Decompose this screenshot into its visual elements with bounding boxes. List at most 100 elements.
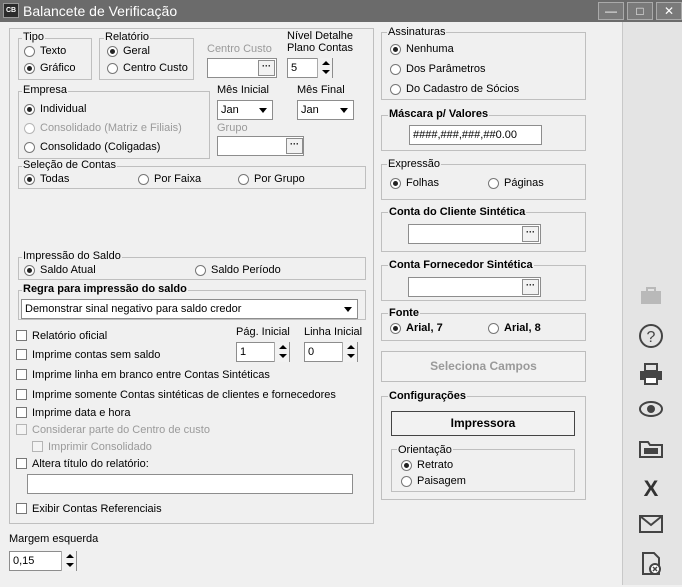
- mes-final-label: Mês Final: [297, 84, 345, 96]
- expressao-folhas-label: Folhas: [406, 177, 440, 189]
- impressora-button[interactable]: Impressora: [391, 411, 575, 436]
- margem-spinner[interactable]: [61, 551, 76, 571]
- margem-label: Margem esquerda: [9, 533, 99, 545]
- nivel-spinner[interactable]: [317, 58, 332, 78]
- pag-inicial-spinner[interactable]: [274, 342, 289, 362]
- tipo-legend: Tipo: [22, 31, 45, 43]
- somente-sinteticas-label: Imprime somente Contas sintéticas de cli…: [32, 389, 336, 401]
- tipo-texto-radio[interactable]: [24, 46, 35, 57]
- mes-inicial-label: Mês Inicial: [217, 84, 269, 96]
- briefcase-icon: [637, 286, 665, 312]
- empresa-matriz-label: Consolidado (Matriz e Filiais): [40, 122, 182, 134]
- empresa-matriz-radio[interactable]: [24, 123, 35, 134]
- linha-branco-checkbox[interactable]: [16, 369, 27, 380]
- relatorio-oficial-label: Relatório oficial: [32, 330, 108, 342]
- selecao-legend: Seleção de Contas: [22, 159, 117, 171]
- orientacao-legend: Orientação: [397, 444, 453, 456]
- conta-cliente-legend: Conta do Cliente Sintética: [388, 206, 527, 218]
- configuracoes-legend: Configurações: [388, 390, 468, 402]
- empresa-individual-label: Individual: [40, 103, 87, 115]
- nivel-label-1: Nível Detalhe: [287, 30, 354, 42]
- impressao-saldo-legend: Impressão do Saldo: [22, 250, 122, 262]
- orientacao-paisagem-label: Paisagem: [417, 475, 466, 487]
- orientacao-retrato-radio[interactable]: [401, 460, 412, 471]
- mes-final-value: Jan: [301, 104, 319, 116]
- relatorio-oficial-checkbox[interactable]: [16, 330, 27, 341]
- selecao-grupo-radio[interactable]: [238, 174, 249, 185]
- preview-icon[interactable]: [637, 399, 665, 425]
- altera-titulo-label: Altera título do relatório:: [32, 458, 149, 470]
- somente-sinteticas-checkbox[interactable]: [16, 389, 27, 400]
- fonte-arial7-label: Arial, 7: [406, 322, 443, 334]
- empresa-legend: Empresa: [22, 84, 69, 96]
- saldo-atual-radio[interactable]: [24, 265, 35, 276]
- help-icon[interactable]: ?: [637, 323, 665, 349]
- tipo-texto-label: Texto: [40, 45, 67, 57]
- linha-inicial-spinner[interactable]: [342, 342, 357, 362]
- selecao-faixa-label: Por Faixa: [154, 173, 202, 185]
- mes-inicial-value: Jan: [221, 104, 239, 116]
- empresa-coligadas-label: Consolidado (Coligadas): [40, 141, 161, 153]
- mascara-input[interactable]: ####,###,###,##0.00: [409, 125, 542, 145]
- fonte-legend: Fonte: [388, 307, 420, 319]
- excel-icon[interactable]: X: [637, 476, 665, 502]
- selecao-todas-label: Todas: [40, 173, 70, 185]
- parte-centro-label: Considerar parte do Centro de custo: [32, 424, 210, 436]
- regra-value: Demonstrar sinal negativo para saldo cre…: [25, 303, 242, 315]
- maximize-button[interactable]: □: [627, 2, 653, 20]
- assinatura-parametros-label: Dos Parâmetros: [406, 63, 486, 75]
- fonte-arial8-radio[interactable]: [488, 323, 499, 334]
- data-hora-checkbox[interactable]: [16, 407, 27, 418]
- svg-text:?: ?: [647, 329, 656, 346]
- relatorio-centro-radio[interactable]: [107, 63, 118, 74]
- assinatura-nenhuma-radio[interactable]: [390, 44, 401, 55]
- saldo-periodo-radio[interactable]: [195, 265, 206, 276]
- pag-inicial-label: Pág. Inicial: [236, 326, 290, 338]
- conta-fornecedor-lookup-button[interactable]: ···: [522, 279, 539, 295]
- selecao-todas-radio[interactable]: [24, 174, 35, 185]
- minimize-button[interactable]: —: [598, 2, 624, 20]
- fonte-arial7-radio[interactable]: [390, 323, 401, 334]
- empresa-individual-radio[interactable]: [24, 104, 35, 115]
- empresa-coligadas-radio[interactable]: [24, 142, 35, 153]
- linha-branco-label: Imprime linha em branco entre Contas Sin…: [32, 369, 270, 381]
- assinatura-socios-label: Do Cadastro de Sócios: [406, 83, 520, 95]
- centro-custo-label: Centro Custo: [207, 43, 272, 55]
- conta-fornecedor-legend: Conta Fornecedor Sintética: [388, 259, 534, 271]
- referenciais-checkbox[interactable]: [16, 503, 27, 514]
- relatorio-geral-radio[interactable]: [107, 46, 118, 57]
- tipo-grafico-label: Gráfico: [40, 62, 76, 74]
- data-hora-label: Imprime data e hora: [32, 407, 131, 419]
- grupo-lookup-button[interactable]: ···: [286, 138, 303, 154]
- sem-saldo-checkbox[interactable]: [16, 349, 27, 360]
- close-button[interactable]: ✕: [656, 2, 682, 20]
- centro-custo-lookup-button[interactable]: ···: [258, 60, 275, 76]
- assinatura-socios-radio[interactable]: [390, 84, 401, 95]
- altera-titulo-checkbox[interactable]: [16, 458, 27, 469]
- folder-icon[interactable]: [637, 437, 665, 463]
- titulo-input[interactable]: [27, 474, 353, 494]
- saldo-atual-label: Saldo Atual: [40, 264, 96, 276]
- imprimir-consolidado-checkbox[interactable]: [32, 441, 43, 452]
- regra-legend: Regra para impressão do saldo: [22, 283, 188, 295]
- conta-cliente-lookup-button[interactable]: ···: [522, 226, 539, 242]
- seleciona-campos-button[interactable]: Seleciona Campos: [381, 351, 586, 382]
- assinatura-parametros-radio[interactable]: [390, 64, 401, 75]
- orientacao-retrato-label: Retrato: [417, 459, 454, 471]
- window-title: Balancete de Verificação: [23, 3, 178, 19]
- regra-select[interactable]: Demonstrar sinal negativo para saldo cre…: [21, 299, 358, 319]
- printer-icon[interactable]: [637, 362, 665, 388]
- selecao-faixa-radio[interactable]: [138, 174, 149, 185]
- chevron-down-icon: [259, 108, 267, 113]
- relatorio-geral-label: Geral: [123, 45, 150, 57]
- email-icon[interactable]: [637, 514, 665, 540]
- pdf-icon[interactable]: [637, 551, 665, 577]
- chevron-down-icon: [344, 307, 352, 312]
- expressao-paginas-radio[interactable]: [488, 178, 499, 189]
- chevron-down-icon: [340, 108, 348, 113]
- tipo-grafico-radio[interactable]: [24, 63, 35, 74]
- parte-centro-checkbox[interactable]: [16, 424, 27, 435]
- orientacao-paisagem-radio[interactable]: [401, 476, 412, 487]
- fonte-arial8-label: Arial, 8: [504, 322, 541, 334]
- expressao-folhas-radio[interactable]: [390, 178, 401, 189]
